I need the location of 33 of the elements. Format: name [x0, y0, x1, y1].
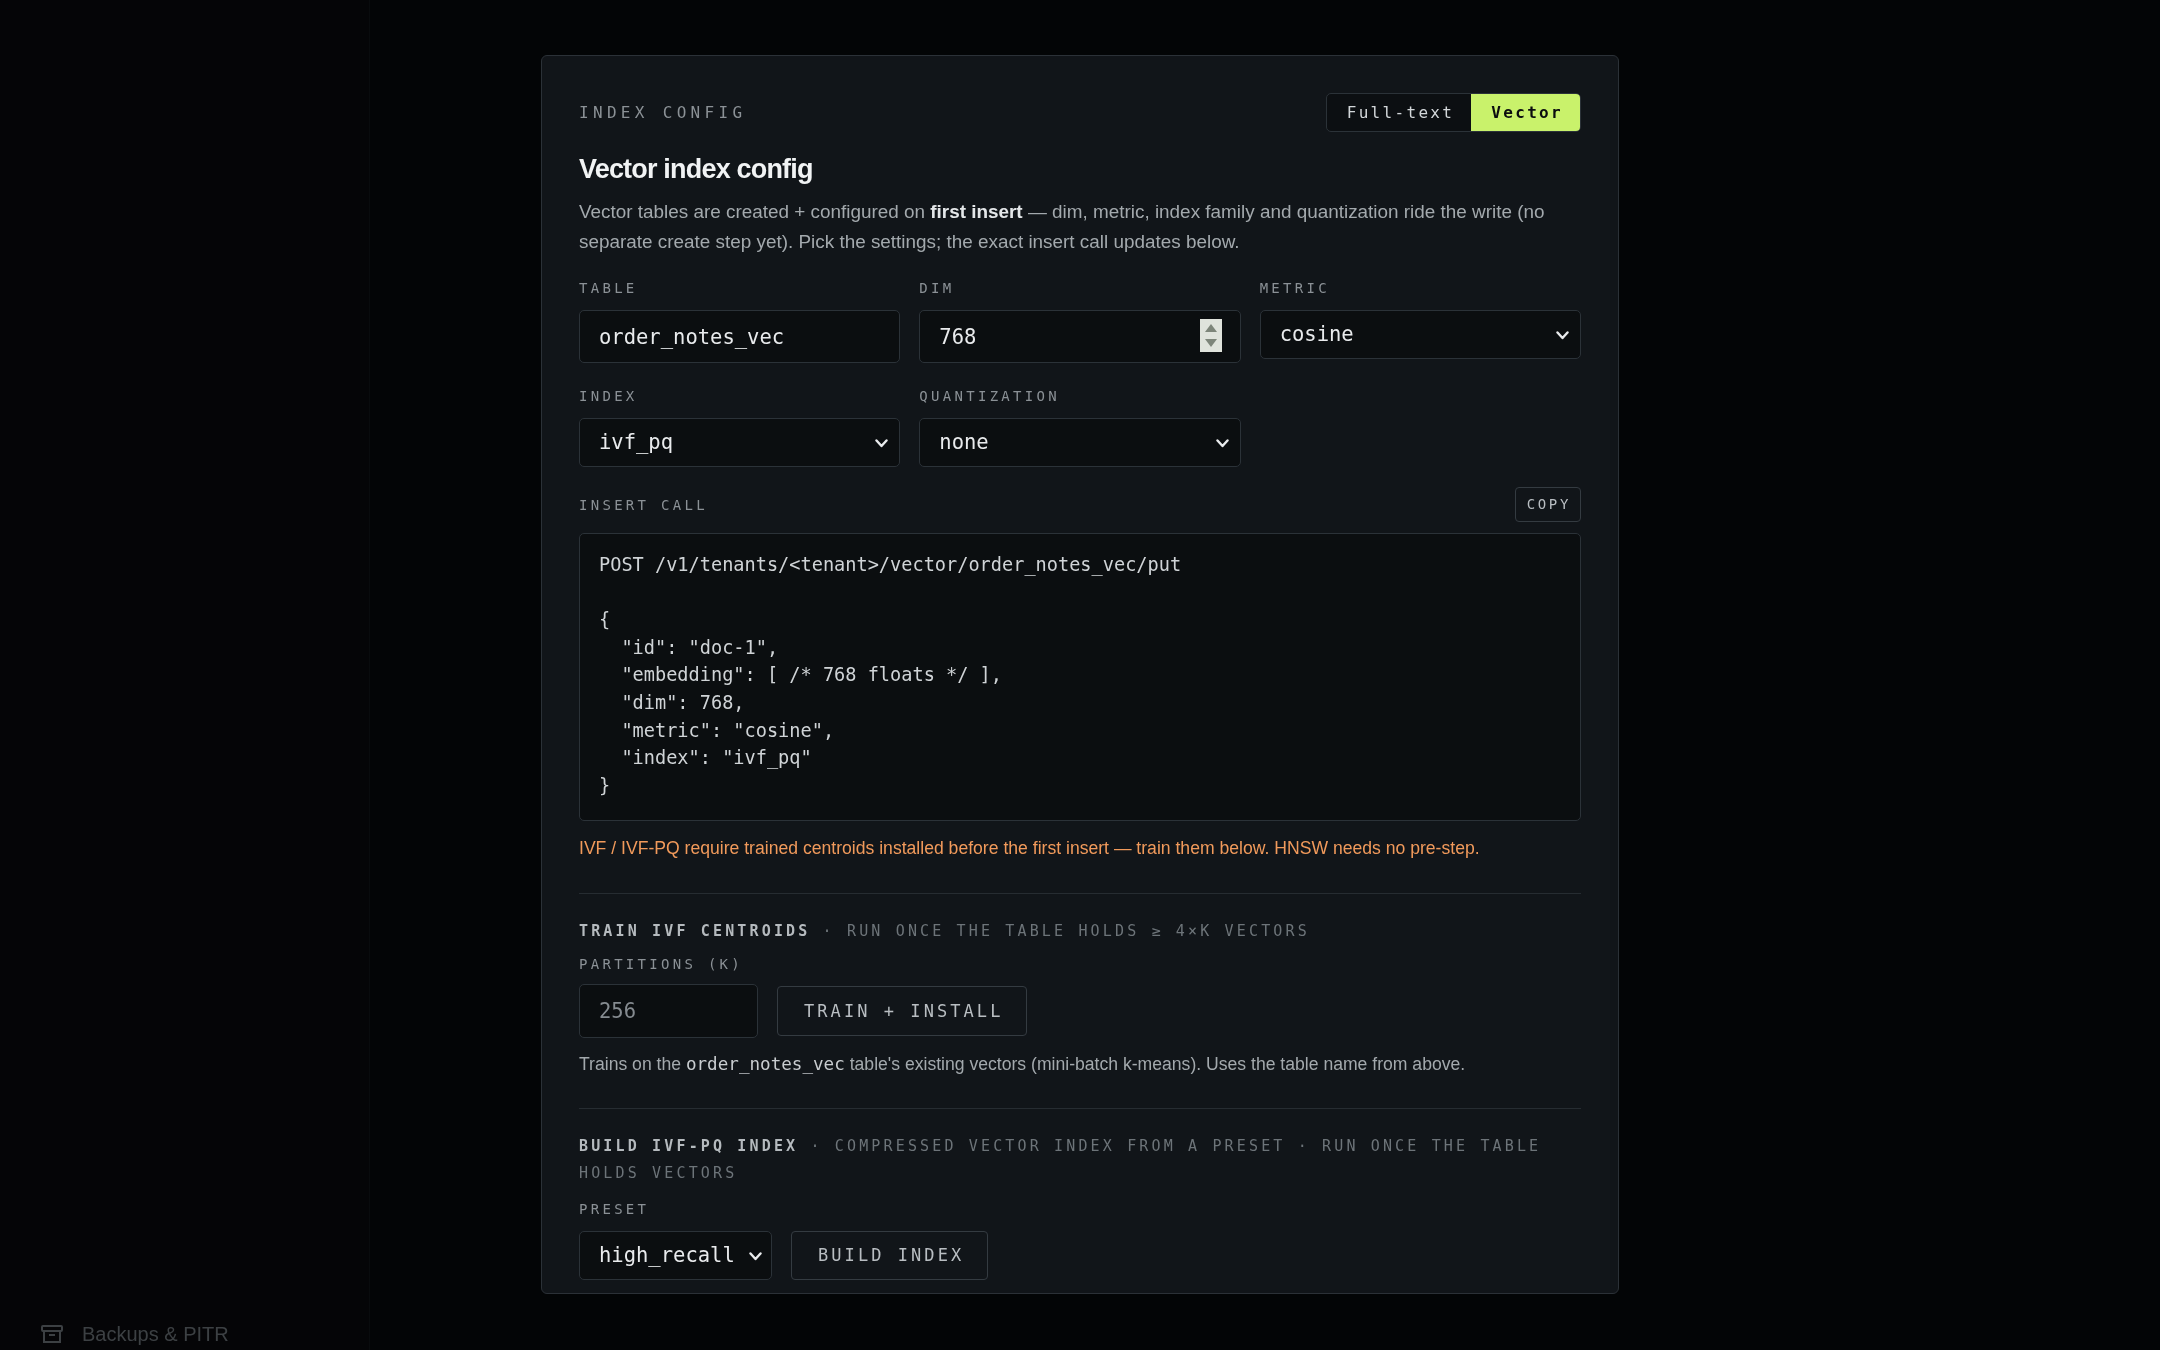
partitions-field[interactable]: 256 — [579, 984, 758, 1039]
dialog-title: Vector index config — [579, 153, 814, 186]
help-text: Trains on the order_notes_vec table's existing vectors (mini-batch k-means). Uses the table name from above. — [579, 1053, 1467, 1077]
code-block: POST /v1/tenants/<tenant>/vector/order_notes_vec/put { "id": "doc-1", "embedding": [ /* 768 floats */ ], "dim": 768, "metric": "cosine", "index": "ivf_pq" } — [579, 533, 1581, 822]
dialog-eyebrow: INDEX CONFIG — [579, 102, 747, 123]
number-field[interactable]: 768 — [919, 310, 1241, 363]
chevron-down-icon[interactable] — [1556, 330, 1569, 340]
field-label: TABLE — [579, 279, 639, 298]
chevron-down-icon[interactable] — [1215, 438, 1229, 448]
build-index-button[interactable]: BUILD INDEX — [791, 1231, 989, 1281]
section-heading: TRAIN IVF CENTROIDS · RUN ONCE THE TABLE HOLDS ≥ 4×K VECTORS — [579, 921, 1311, 943]
field-label: METRIC — [1259, 279, 1331, 298]
field-label: PARTITIONS (K) — [579, 955, 745, 975]
field-label: QUANTIZATION — [919, 387, 1061, 406]
field-label: DIM — [919, 279, 956, 298]
chevron-down-icon[interactable] — [875, 438, 889, 448]
select-field[interactable]: high_recall — [579, 1231, 772, 1281]
copy-button[interactable]: COPY — [1514, 487, 1581, 522]
warning-text: IVF / IVF-PQ require trained centroids installed before the first insert — train them below. HNSW needs no pre-step. — [579, 837, 1481, 861]
train-install-button[interactable]: TRAIN + INSTALL — [777, 986, 1028, 1037]
text-field[interactable]: order_notes_vec — [579, 310, 901, 363]
select-field[interactable]: ivf_pq — [579, 418, 901, 467]
section-heading: BUILD IVF-PQ INDEX · COMPRESSED VECTOR INDEX FROM A PRESET · RUN ONCE THE TABLE HOLDS VECTORS — [579, 1136, 1543, 1185]
mode-tab[interactable]: Vector — [1471, 94, 1580, 131]
field-label: INDEX — [579, 387, 639, 406]
dialog-description: Vector tables are created + configured on first insert — dim, metric, index family and quantization ride the write (no separate create step yet). Pick the settings; the exact insert call updates below. — [579, 200, 1546, 254]
chevron-down-icon[interactable] — [749, 1251, 762, 1261]
mode-tab[interactable]: Full-text — [1326, 94, 1472, 131]
section-label: INSERT CALL — [579, 495, 708, 515]
select-field[interactable]: none — [919, 418, 1241, 467]
select-field[interactable]: cosine — [1259, 310, 1581, 359]
field-label: PRESET — [579, 1200, 651, 1220]
up-down-arrows-icon[interactable] — [1199, 319, 1222, 352]
